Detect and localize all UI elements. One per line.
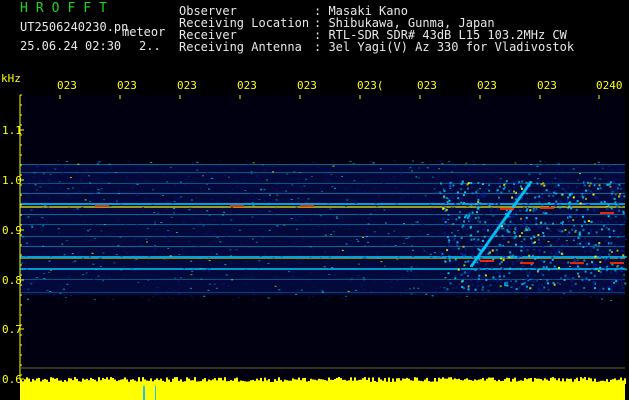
x-tick-label: 0240 bbox=[596, 79, 623, 92]
date-time: 25.06.24 02:30 bbox=[20, 39, 122, 53]
y-axis-unit: kHz bbox=[1, 72, 21, 85]
spectrogram-plot bbox=[20, 95, 627, 380]
y-tick-label: 1.0 bbox=[2, 174, 22, 187]
x-tick-label: 023 bbox=[477, 79, 497, 92]
file-name: UT2506240230.pn bbox=[20, 21, 128, 33]
file-suffix: meteor bbox=[122, 25, 166, 39]
hrofft-window bbox=[0, 0, 629, 400]
y-tick-label: 1.1 bbox=[2, 124, 22, 137]
header-value-antenna: : 3el Yagi(V) Az 330 for Vladivostok bbox=[314, 40, 575, 54]
x-tick-label: 023 bbox=[537, 79, 557, 92]
x-tick-label: 023 bbox=[177, 79, 197, 92]
y-tick-label: 0.9 bbox=[2, 224, 22, 237]
file-name-text: UT2506240230.pn bbox=[20, 20, 129, 34]
x-tick-label: 023 bbox=[297, 79, 317, 92]
y-tick-label: 0.7 bbox=[2, 323, 22, 336]
x-tick-label: 023 bbox=[417, 79, 437, 92]
signal-level-bar bbox=[20, 377, 626, 400]
y-tick-label: 0.6 bbox=[2, 373, 22, 386]
x-tick-label: 023( bbox=[357, 79, 384, 92]
x-tick-label: 023 bbox=[57, 79, 77, 92]
x-tick-label: 023 bbox=[237, 79, 257, 92]
y-tick-label: 0.8 bbox=[2, 274, 22, 287]
header-label-antenna: Receiving Antenna bbox=[179, 40, 302, 54]
app-logo: HROFFT bbox=[20, 1, 115, 16]
x-tick-label: 023 bbox=[117, 79, 137, 92]
counter: 2.. bbox=[139, 39, 161, 53]
